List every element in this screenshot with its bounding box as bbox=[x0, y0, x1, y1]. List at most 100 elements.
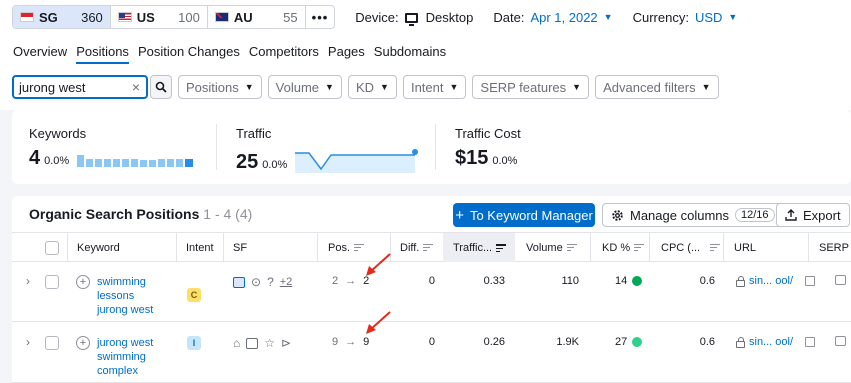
table-row: › + swimming lessons jurong west C ⊙ ? +… bbox=[12, 262, 851, 322]
chevron-down-icon: ▼ bbox=[572, 82, 582, 92]
previous-position: 9 bbox=[332, 336, 339, 348]
more-features-link[interactable]: +2 bbox=[280, 276, 293, 288]
positions-filter[interactable]: Positions ▼ bbox=[178, 75, 262, 99]
kd-filter[interactable]: KD ▼ bbox=[347, 75, 397, 99]
database-us[interactable]: US 100 bbox=[111, 6, 208, 28]
checkbox[interactable] bbox=[45, 336, 59, 350]
chevron-down-icon: ▼ bbox=[728, 12, 738, 22]
header-traffic[interactable]: Traffic... bbox=[443, 233, 515, 262]
header-volume[interactable]: Volume bbox=[526, 233, 577, 262]
traffic-value: 0.26 bbox=[483, 336, 505, 348]
header-pos[interactable]: Pos. bbox=[328, 233, 365, 262]
tab-competitors[interactable]: Competitors bbox=[249, 44, 319, 64]
search-button[interactable] bbox=[150, 75, 172, 99]
filter-label: Advanced filters bbox=[603, 79, 696, 95]
chevron-down-icon: ▼ bbox=[449, 82, 459, 92]
header-label: KD % bbox=[602, 241, 631, 254]
plus-circle-icon: + bbox=[76, 275, 90, 289]
serp-icon bbox=[835, 336, 846, 346]
search-input[interactable]: jurong west × bbox=[12, 75, 148, 99]
arrow-right-icon: → bbox=[345, 275, 357, 287]
filter-label: Volume bbox=[275, 79, 320, 95]
filter-label: KD bbox=[355, 79, 375, 95]
header-label: Diff. bbox=[400, 241, 420, 254]
keyword-link[interactable]: swimming lessons jurong west bbox=[97, 275, 167, 317]
add-to-list-button[interactable]: + bbox=[76, 275, 90, 289]
sort-icon bbox=[634, 244, 645, 251]
database-au[interactable]: AU 55 bbox=[208, 6, 306, 28]
serp-features-filter[interactable]: SERP features ▼ bbox=[472, 75, 590, 99]
header-url[interactable]: URL bbox=[734, 233, 756, 262]
header-label: Traffic... bbox=[453, 241, 493, 254]
serp-preview-icon[interactable] bbox=[835, 275, 846, 288]
header-diff[interactable]: Diff. bbox=[400, 233, 434, 262]
device-selector[interactable]: Device: Desktop bbox=[355, 9, 473, 26]
sort-icon bbox=[423, 244, 434, 251]
more-databases-button[interactable]: ••• bbox=[306, 6, 335, 28]
export-button[interactable]: Export bbox=[776, 203, 850, 227]
header-intent[interactable]: Intent bbox=[186, 233, 214, 262]
column-separator bbox=[317, 233, 318, 262]
checkbox[interactable] bbox=[45, 240, 59, 255]
manage-columns-button[interactable]: Manage columns 12/16 bbox=[602, 203, 784, 227]
database-sg[interactable]: SG 360 bbox=[13, 6, 111, 28]
header-cpc[interactable]: CPC (... bbox=[661, 233, 721, 262]
divider bbox=[216, 124, 217, 170]
expand-row-icon[interactable]: › bbox=[26, 274, 30, 288]
kd-value: 14 bbox=[615, 275, 643, 287]
metric-value: 25 bbox=[236, 151, 259, 173]
keyword-link[interactable]: jurong west swimming complex bbox=[97, 336, 167, 378]
add-to-list-button[interactable]: + bbox=[76, 336, 90, 350]
tab-overview[interactable]: Overview bbox=[13, 44, 67, 64]
keywords-metric: Keywords 4 0.0% bbox=[29, 126, 203, 169]
checkbox[interactable] bbox=[45, 275, 59, 289]
metric-label: Traffic bbox=[236, 126, 272, 141]
chevron-down-icon: ▼ bbox=[701, 82, 711, 92]
row-checkbox[interactable] bbox=[45, 275, 59, 289]
url-link[interactable]: sin... ool/ bbox=[736, 336, 816, 348]
lock-icon bbox=[736, 275, 745, 287]
header-kd[interactable]: KD % bbox=[602, 233, 645, 262]
serp-preview-icon[interactable] bbox=[835, 336, 846, 349]
volume-value: 1.9K bbox=[556, 336, 579, 348]
external-link-icon[interactable] bbox=[805, 276, 816, 286]
diff-value: 0 bbox=[428, 336, 435, 348]
clear-icon[interactable]: × bbox=[132, 79, 140, 95]
tab-positions[interactable]: Positions bbox=[76, 44, 129, 64]
advanced-filters[interactable]: Advanced filters ▼ bbox=[595, 75, 719, 99]
volume-filter[interactable]: Volume ▼ bbox=[267, 75, 342, 99]
to-keyword-manager-button[interactable]: + To Keyword Manager bbox=[453, 203, 595, 227]
intent-filter[interactable]: Intent ▼ bbox=[402, 75, 467, 99]
external-link-icon[interactable] bbox=[805, 337, 816, 347]
traffic-metric: Traffic 25 0.0% bbox=[236, 126, 419, 173]
image-pack-icon bbox=[246, 337, 259, 349]
monitor-icon bbox=[404, 13, 418, 26]
cpc-value: 0.6 bbox=[699, 336, 715, 348]
plus-icon: + bbox=[455, 206, 464, 224]
header-keyword[interactable]: Keyword bbox=[77, 233, 120, 262]
tab-subdomains[interactable]: Subdomains bbox=[374, 44, 446, 64]
metric-change: 0.0% bbox=[262, 159, 288, 171]
traffic-cost-metric: Traffic Cost $15 0.0% bbox=[455, 126, 521, 169]
tab-pages[interactable]: Pages bbox=[328, 44, 365, 64]
device-label: Device: bbox=[355, 9, 399, 25]
currency-label: Currency: bbox=[632, 9, 689, 25]
gear-icon bbox=[612, 209, 623, 221]
cpc-value: 0.6 bbox=[699, 275, 715, 287]
url-link[interactable]: sin... ool/ bbox=[736, 275, 816, 287]
header-serp[interactable]: SERP bbox=[819, 233, 849, 262]
row-checkbox[interactable] bbox=[45, 336, 59, 350]
kd-value: 27 bbox=[615, 336, 643, 348]
serp-icon bbox=[835, 275, 846, 285]
export-icon bbox=[785, 209, 797, 221]
database-count: 55 bbox=[283, 9, 298, 25]
tab-position-changes[interactable]: Position Changes bbox=[138, 44, 240, 64]
date-selector[interactable]: Date: Apr 1, 2022 ▼ bbox=[493, 10, 612, 25]
annotation-arrow bbox=[366, 253, 391, 276]
expand-row-icon[interactable]: › bbox=[26, 335, 30, 349]
graduation-cap-icon: ⌂ bbox=[233, 336, 241, 350]
column-separator bbox=[649, 233, 650, 262]
select-all-checkbox[interactable] bbox=[45, 233, 59, 262]
currency-selector[interactable]: Currency: USD ▼ bbox=[633, 10, 738, 25]
header-sf[interactable]: SF bbox=[233, 233, 247, 262]
